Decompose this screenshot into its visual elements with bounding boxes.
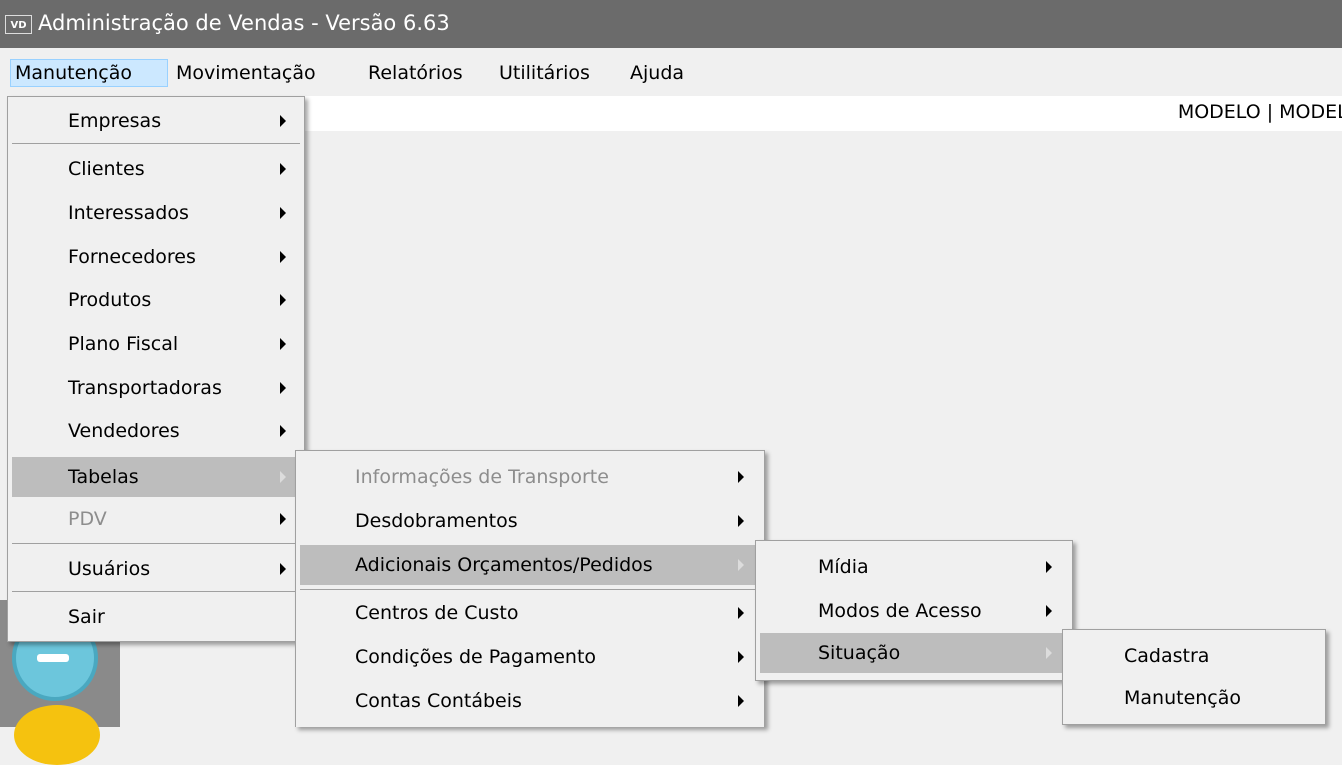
submenu-arrow-icon [738, 559, 744, 571]
menu-item-clientes[interactable]: Clientes [12, 149, 300, 189]
header-strip: MODELO | MODELO [300, 96, 1342, 131]
menu-item-plano-fiscal[interactable]: Plano Fiscal [12, 324, 300, 364]
menu-item-modos-acesso[interactable]: Modos de Acesso [760, 591, 1068, 631]
menu-item-label: Manutenção [1124, 687, 1242, 709]
window-title: Administração de Vendas - Versão 6.63 [38, 11, 450, 35]
menu-item-interessados[interactable]: Interessados [12, 193, 300, 233]
menu-utilitarios[interactable]: Utilitários [495, 59, 594, 87]
company-label: MODELO | MODELO [1177, 101, 1342, 123]
menu-item-cadastra[interactable]: Cadastra [1067, 636, 1321, 676]
list-icon-bar [37, 654, 69, 662]
menu-item-transportadoras[interactable]: Transportadoras [12, 368, 300, 408]
menu-movimentacao[interactable]: Movimentação [172, 59, 320, 87]
menu-relatorios[interactable]: Relatórios [364, 59, 467, 87]
menu-item-label: Transportadoras [68, 377, 222, 399]
menu-adicionais-dropdown: Mídia Modos de Acesso Situação [755, 540, 1073, 681]
menu-item-label: Desdobramentos [355, 510, 518, 532]
menu-item-fornecedores[interactable]: Fornecedores [12, 237, 300, 277]
menu-bar: Manutenção Movimentação Relatórios Utili… [0, 48, 1342, 96]
menu-item-label: Fornecedores [68, 246, 196, 268]
menu-item-label: Plano Fiscal [68, 333, 179, 355]
menu-item-label: Vendedores [68, 420, 180, 442]
menu-item-label: Tabelas [68, 466, 139, 488]
submenu-arrow-icon [1046, 561, 1052, 573]
menu-item-label: Cadastra [1124, 645, 1210, 667]
menu-item-label: Adicionais Orçamentos/Pedidos [355, 554, 653, 576]
menu-item-label: Condições de Pagamento [355, 646, 597, 668]
submenu-arrow-icon [280, 513, 286, 525]
menu-item-pdv[interactable]: PDV [12, 499, 300, 539]
menu-item-label: PDV [68, 508, 107, 530]
menu-item-manutencao[interactable]: Manutenção [1067, 678, 1321, 718]
menu-separator [12, 591, 300, 592]
menu-item-vendedores[interactable]: Vendedores [12, 411, 300, 451]
submenu-arrow-icon [280, 382, 286, 394]
menu-item-label: Produtos [68, 289, 152, 311]
submenu-arrow-icon [1046, 605, 1052, 617]
menu-item-label: Situação [818, 642, 901, 664]
submenu-arrow-icon [1046, 647, 1052, 659]
submenu-arrow-icon [738, 607, 744, 619]
menu-item-label: Usuários [68, 558, 151, 580]
menu-item-centros-custo[interactable]: Centros de Custo [300, 593, 760, 633]
submenu-arrow-icon [280, 163, 286, 175]
submenu-arrow-icon [738, 695, 744, 707]
submenu-arrow-icon [280, 294, 286, 306]
menu-item-contas-contabeis[interactable]: Contas Contábeis [300, 681, 760, 721]
submenu-arrow-icon [280, 207, 286, 219]
menu-item-situacao[interactable]: Situação [760, 633, 1068, 673]
menu-item-condicoes-pagamento[interactable]: Condições de Pagamento [300, 637, 760, 677]
menu-item-sair[interactable]: Sair [12, 597, 300, 637]
menu-item-label: Clientes [68, 158, 145, 180]
submenu-arrow-icon [738, 471, 744, 483]
menu-item-label: Contas Contábeis [355, 690, 522, 712]
menu-item-desdobramentos[interactable]: Desdobramentos [300, 501, 760, 541]
menu-item-empresas[interactable]: Empresas [12, 101, 300, 141]
submenu-arrow-icon [738, 651, 744, 663]
menu-item-label: Modos de Acesso [818, 600, 982, 622]
submenu-arrow-icon [280, 251, 286, 263]
menu-item-label: Informações de Transporte [355, 466, 609, 488]
menu-separator [300, 589, 760, 590]
menu-manutencao[interactable]: Manutenção [10, 59, 168, 87]
submenu-arrow-icon [280, 338, 286, 350]
submenu-arrow-icon [280, 471, 286, 483]
submenu-arrow-icon [280, 563, 286, 575]
menu-item-produtos[interactable]: Produtos [12, 280, 300, 320]
menu-item-informacoes-transporte[interactable]: Informações de Transporte [300, 457, 760, 497]
menu-item-label: Sair [68, 606, 105, 628]
menu-item-midia[interactable]: Mídia [760, 547, 1068, 587]
menu-item-usuarios[interactable]: Usuários [12, 549, 300, 589]
menu-item-label: Interessados [68, 202, 189, 224]
menu-item-tabelas[interactable]: Tabelas [12, 457, 300, 497]
menu-item-label: Empresas [68, 110, 162, 132]
menu-manutencao-dropdown: Empresas Clientes Interessados Fornecedo… [7, 96, 305, 642]
menu-separator [12, 543, 300, 544]
title-bar: VD Administração de Vendas - Versão 6.63 [0, 0, 1342, 48]
submenu-arrow-icon [738, 515, 744, 527]
menu-separator [12, 143, 300, 144]
menu-item-label: Centros de Custo [355, 602, 519, 624]
menu-item-label: Mídia [818, 556, 869, 578]
submenu-arrow-icon [280, 115, 286, 127]
menu-tabelas-dropdown: Informações de Transporte Desdobramentos… [295, 450, 765, 727]
submenu-arrow-icon [280, 425, 286, 437]
yellow-app-icon[interactable] [14, 705, 100, 765]
menu-ajuda[interactable]: Ajuda [626, 59, 688, 87]
menu-situacao-dropdown: Cadastra Manutenção [1062, 629, 1326, 725]
app-icon: VD [5, 15, 32, 34]
menu-item-adicionais-orcamentos-pedidos[interactable]: Adicionais Orçamentos/Pedidos [300, 545, 760, 585]
